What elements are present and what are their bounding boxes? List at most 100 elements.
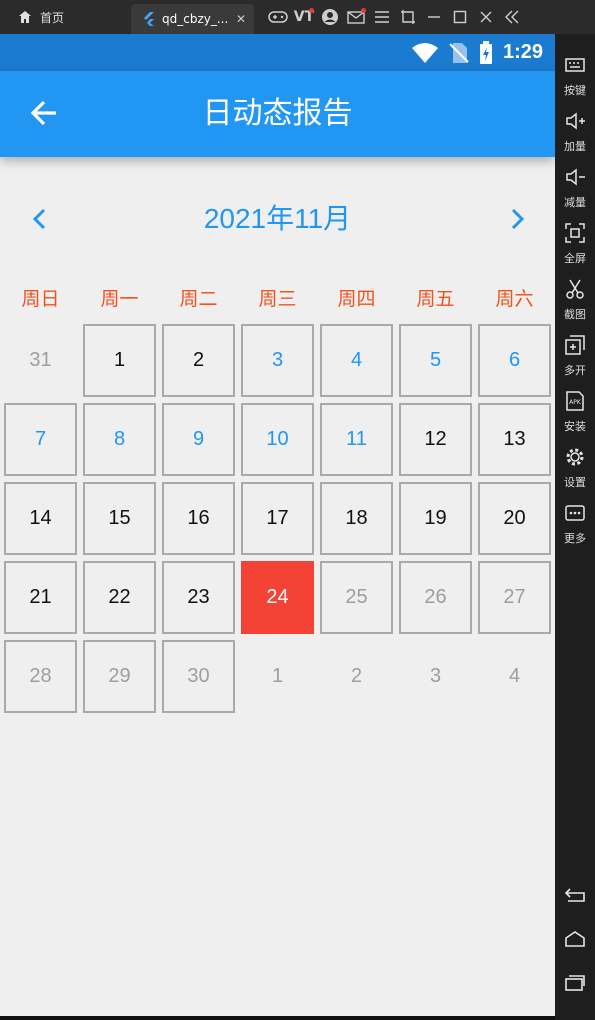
previous-month-button[interactable]	[24, 204, 54, 234]
home-tab-label: 首页	[40, 10, 65, 25]
calendar-day[interactable]: 4	[320, 324, 393, 397]
home-tab[interactable]: 首页	[0, 0, 128, 34]
calendar-day[interactable]: 23	[162, 561, 235, 634]
weekday-label: 周一	[100, 288, 139, 310]
calendar-day[interactable]: 2	[162, 324, 235, 397]
calendar-day[interactable]: 10	[241, 403, 314, 476]
calendar-day[interactable]: 7	[4, 403, 77, 476]
calendar-day[interactable]: 1	[241, 640, 314, 713]
nav-home-button[interactable]	[563, 928, 587, 950]
calendar-day[interactable]: 20	[478, 482, 551, 555]
arrow-left-icon	[30, 100, 56, 126]
wifi-icon	[411, 42, 438, 63]
status-time: 1:29	[502, 41, 543, 63]
apk-icon: APK	[564, 384, 586, 416]
status-bar: 1:29	[0, 34, 555, 71]
vt-icon[interactable]: VT	[291, 0, 317, 34]
menu-icon[interactable]	[369, 0, 395, 34]
no-sim-icon	[449, 42, 469, 63]
sidebar-more-button[interactable]: 更多	[555, 496, 595, 546]
calendar-day[interactable]: 26	[399, 561, 472, 634]
multi-open-icon	[564, 328, 586, 360]
calendar-day[interactable]: 29	[83, 640, 156, 713]
sidebar-volume-down-button[interactable]: 减量	[555, 160, 595, 210]
calendar-day[interactable]: 27	[478, 561, 551, 634]
sidebar-multi-open-button[interactable]: 多开	[555, 328, 595, 378]
collapse-icon[interactable]	[499, 0, 525, 34]
next-month-button[interactable]	[503, 204, 533, 234]
sidebar-label: 减量	[564, 196, 586, 209]
calendar-day[interactable]: 19	[399, 482, 472, 555]
sidebar-label: 全屏	[564, 252, 586, 265]
scissors-icon	[564, 272, 586, 304]
bottom-edge	[0, 1016, 555, 1020]
nav-home-icon	[565, 931, 585, 947]
flutter-icon	[144, 12, 154, 26]
app-tab[interactable]: qd_cbzy_... ✕	[131, 4, 254, 34]
fullscreen-icon	[564, 216, 586, 248]
calendar-day[interactable]: 21	[4, 561, 77, 634]
nav-recents-button[interactable]	[563, 972, 587, 994]
calendar-day[interactable]: 31	[4, 324, 77, 397]
weekday-label: 周六	[495, 288, 534, 310]
calendar-day[interactable]: 18	[320, 482, 393, 555]
weekday-label: 周日	[21, 288, 60, 310]
emulator-title-bar: 首页 qd_cbzy_... ✕ VT	[0, 0, 595, 34]
user-icon[interactable]	[317, 0, 343, 34]
phone-screen: 1:29 日动态报告 2021年11月 周日 周一 周二 周三 周四 周五 周六 31 1 2 3…	[0, 34, 555, 1016]
tab-close-icon[interactable]: ✕	[236, 12, 246, 26]
back-button[interactable]	[26, 95, 62, 131]
calendar-day[interactable]: 25	[320, 561, 393, 634]
calendar-day[interactable]: 22	[83, 561, 156, 634]
calendar-day[interactable]: 15	[83, 482, 156, 555]
sidebar-scissors-button[interactable]: 截图	[555, 272, 595, 322]
calendar-day[interactable]: 5	[399, 324, 472, 397]
sidebar-label: 多开	[564, 364, 586, 377]
sidebar-label: 设置	[564, 476, 586, 489]
sidebar-volume-up-button[interactable]: 加量	[555, 104, 595, 154]
minimize-icon[interactable]	[421, 0, 447, 34]
calendar-day[interactable]: 8	[83, 403, 156, 476]
sidebar-keyboard-button[interactable]: 按键	[555, 48, 595, 98]
calendar-day[interactable]: 6	[478, 324, 551, 397]
calendar-day[interactable]: 12	[399, 403, 472, 476]
calendar-day[interactable]: 3	[241, 324, 314, 397]
nav-recents-icon	[565, 975, 585, 991]
keyboard-icon	[564, 48, 586, 80]
calendar-day[interactable]: 3	[399, 640, 472, 713]
calendar-day[interactable]: 14	[4, 482, 77, 555]
close-icon[interactable]	[473, 0, 499, 34]
calendar-day[interactable]: 28	[4, 640, 77, 713]
calendar-day[interactable]: 1	[83, 324, 156, 397]
status-icons: 1:29	[411, 34, 543, 71]
calendar-day[interactable]: 4	[478, 640, 551, 713]
sidebar-apk-button[interactable]: APK 安装	[555, 384, 595, 434]
sidebar-fullscreen-button[interactable]: 全屏	[555, 216, 595, 266]
month-navigator: 2021年11月	[0, 194, 555, 244]
calendar-day[interactable]: 9	[162, 403, 235, 476]
chevron-left-icon	[32, 208, 46, 230]
month-label: 2021年11月	[203, 203, 352, 234]
calendar-day[interactable]: 16	[162, 482, 235, 555]
mail-icon[interactable]	[343, 0, 369, 34]
apk-text: APK	[569, 399, 582, 406]
weekday-label: 周五	[416, 288, 455, 310]
calendar-day-today[interactable]: 24	[241, 561, 314, 634]
calendar-day[interactable]: 2	[320, 640, 393, 713]
nav-back-button[interactable]	[563, 884, 587, 906]
sidebar-label: 截图	[564, 308, 586, 321]
settings-icon	[564, 440, 586, 472]
crop-icon[interactable]	[395, 0, 421, 34]
maximize-icon[interactable]	[447, 0, 473, 34]
notification-dot	[309, 8, 314, 13]
sidebar-settings-button[interactable]: 设置	[555, 440, 595, 490]
calendar-day[interactable]: 30	[162, 640, 235, 713]
calendar-day[interactable]: 17	[241, 482, 314, 555]
app-tab-label: qd_cbzy_...	[162, 12, 229, 26]
gamepad-icon[interactable]	[265, 0, 291, 34]
volume-down-icon	[564, 160, 586, 192]
calendar-day[interactable]: 13	[478, 403, 551, 476]
calendar-day[interactable]: 11	[320, 403, 393, 476]
battery-charging-icon	[479, 40, 492, 64]
sidebar-label: 按键	[564, 84, 586, 97]
